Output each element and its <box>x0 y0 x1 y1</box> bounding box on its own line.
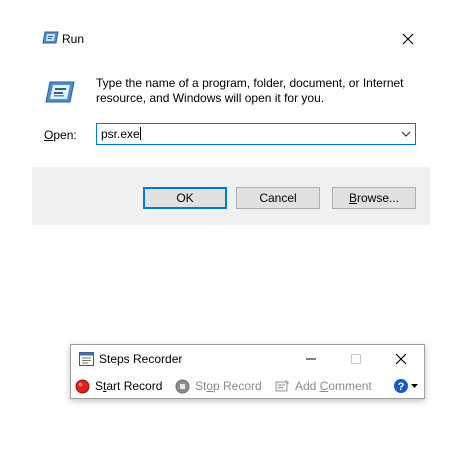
open-input-value[interactable]: psr.exe <box>101 127 141 141</box>
close-icon <box>402 33 414 45</box>
run-description: Type the name of a program, folder, docu… <box>96 76 404 105</box>
comment-icon <box>275 379 289 391</box>
recorder-toolbar: Start Record Stop Record Add Comment ? <box>71 375 424 397</box>
help-button[interactable]: ? <box>393 377 419 395</box>
stop-icon <box>175 379 190 393</box>
close-button[interactable] <box>398 29 418 49</box>
steps-recorder-icon <box>79 352 94 366</box>
record-icon <box>75 379 90 393</box>
recorder-title: Steps Recorder <box>99 352 183 366</box>
svg-text:?: ? <box>398 381 405 393</box>
maximize-icon <box>351 354 361 364</box>
close-icon <box>395 353 407 365</box>
run-dialog: Run Type the name of a program, folder, … <box>32 22 430 225</box>
maximize-button[interactable] <box>344 349 368 369</box>
run-titlebar[interactable]: Run <box>32 22 430 55</box>
dialog-footer: OK Cancel Browse... <box>32 167 430 225</box>
browse-button[interactable]: Browse... <box>332 187 416 209</box>
start-record-label: Start Record <box>95 379 163 393</box>
window-title: Run <box>62 32 85 46</box>
dropdown-button[interactable] <box>399 127 413 141</box>
open-combobox[interactable]: psr.exe <box>96 123 416 145</box>
cancel-button[interactable]: Cancel <box>236 187 320 209</box>
stop-record-button[interactable]: Stop Record <box>175 377 262 395</box>
start-record-button[interactable]: Start Record <box>75 377 162 395</box>
chevron-down-icon <box>401 131 411 137</box>
recorder-close-button[interactable] <box>389 349 413 369</box>
help-icon: ? <box>394 379 418 393</box>
stop-record-label: Stop Record <box>195 379 262 393</box>
run-app-icon <box>44 80 76 104</box>
minimize-icon <box>306 358 316 360</box>
ok-button[interactable]: OK <box>143 187 227 209</box>
add-comment-label: Add Comment <box>295 379 372 393</box>
open-label: Open: <box>44 128 77 142</box>
steps-recorder-window: Steps Recorder Start Record Stop Record … <box>70 344 425 399</box>
minimize-button[interactable] <box>299 349 323 369</box>
run-app-icon <box>42 31 60 45</box>
add-comment-button[interactable]: Add Comment <box>275 377 372 395</box>
